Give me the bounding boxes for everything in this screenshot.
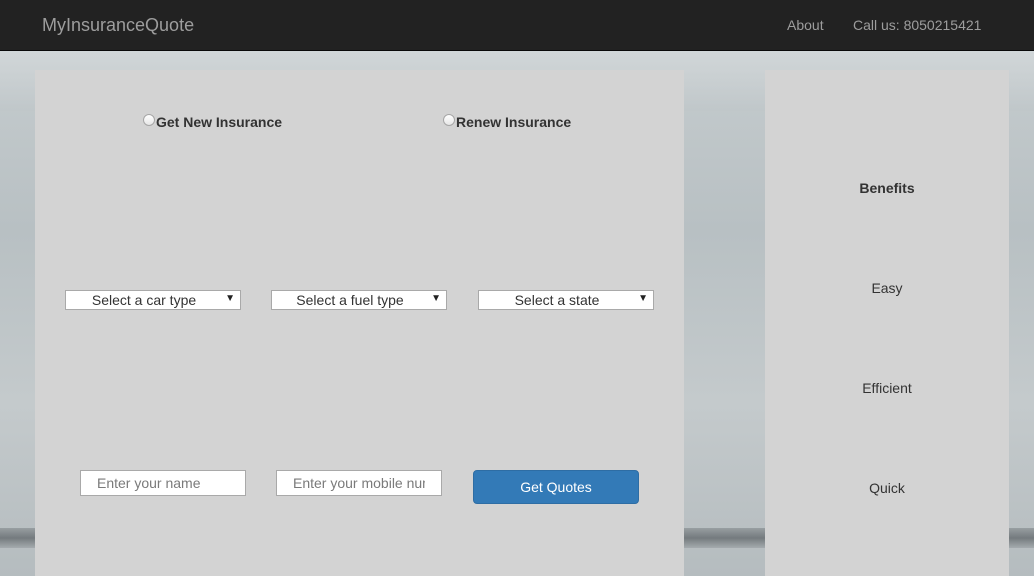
benefit-item: Quick: [869, 480, 905, 496]
dropdown-arrow-icon: ▼: [431, 293, 441, 304]
nav-link-about[interactable]: About: [787, 17, 824, 33]
radio-button-icon[interactable]: [143, 114, 155, 126]
benefits-panel: Benefits Easy Efficient Quick: [765, 70, 1009, 576]
state-select[interactable]: Select a state ▼: [478, 290, 654, 310]
dropdown-arrow-icon: ▼: [225, 293, 235, 304]
car-type-select[interactable]: Select a car type ▼: [65, 290, 241, 310]
select-value: Select a fuel type: [296, 292, 404, 308]
nav-link-call[interactable]: Call us: 8050215421: [853, 17, 981, 33]
fuel-type-select[interactable]: Select a fuel type ▼: [271, 290, 447, 310]
mobile-number-input[interactable]: [276, 470, 442, 496]
radio-get-new-insurance[interactable]: Get New Insurance: [143, 114, 282, 130]
radio-button-icon[interactable]: [443, 114, 455, 126]
get-quotes-button[interactable]: Get Quotes: [473, 470, 639, 504]
name-input[interactable]: [80, 470, 246, 496]
quote-form-panel: Get New Insurance Renew Insurance Select…: [35, 70, 684, 576]
benefit-item: Efficient: [862, 380, 912, 396]
select-value: Select a car type: [91, 292, 197, 308]
radio-label: Get New Insurance: [156, 114, 283, 130]
radio-label: Renew Insurance: [456, 114, 572, 130]
select-value: Select a state: [514, 292, 600, 308]
radio-renew-insurance[interactable]: Renew Insurance: [443, 114, 571, 130]
top-navbar: MyInsuranceQuote About Call us: 80502154…: [0, 0, 1034, 51]
dropdown-arrow-icon: ▼: [638, 293, 648, 304]
brand-logo-link[interactable]: MyInsuranceQuote: [42, 15, 194, 36]
benefits-title: Benefits: [859, 180, 915, 196]
benefit-item: Easy: [871, 280, 903, 296]
